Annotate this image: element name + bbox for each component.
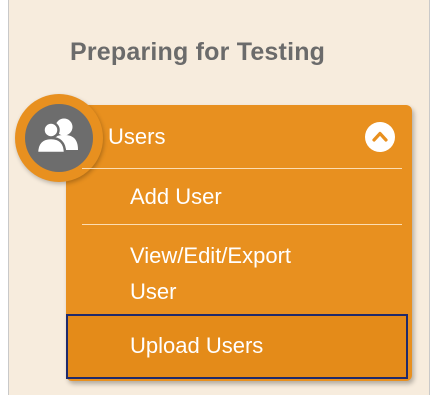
chevron-up-icon xyxy=(372,131,388,142)
view-edit-export-user-item[interactable]: View/Edit/Export User xyxy=(130,238,291,310)
menu-item-label-line1: View/Edit/Export xyxy=(130,243,292,268)
collapse-button[interactable] xyxy=(365,122,395,152)
upload-users-item[interactable]: Upload Users xyxy=(66,314,408,379)
users-menu-header[interactable]: Users xyxy=(66,112,412,164)
avatar xyxy=(25,104,93,172)
users-icon xyxy=(35,118,78,155)
menu-item-label-line2: User xyxy=(130,279,177,304)
menu-divider xyxy=(82,224,402,225)
users-menu-label: Users xyxy=(108,124,166,149)
section-title: Preparing for Testing xyxy=(70,38,326,66)
add-user-item[interactable]: Add User xyxy=(130,184,222,210)
upload-users-label: Upload Users xyxy=(130,333,264,358)
menu-divider xyxy=(82,168,402,169)
